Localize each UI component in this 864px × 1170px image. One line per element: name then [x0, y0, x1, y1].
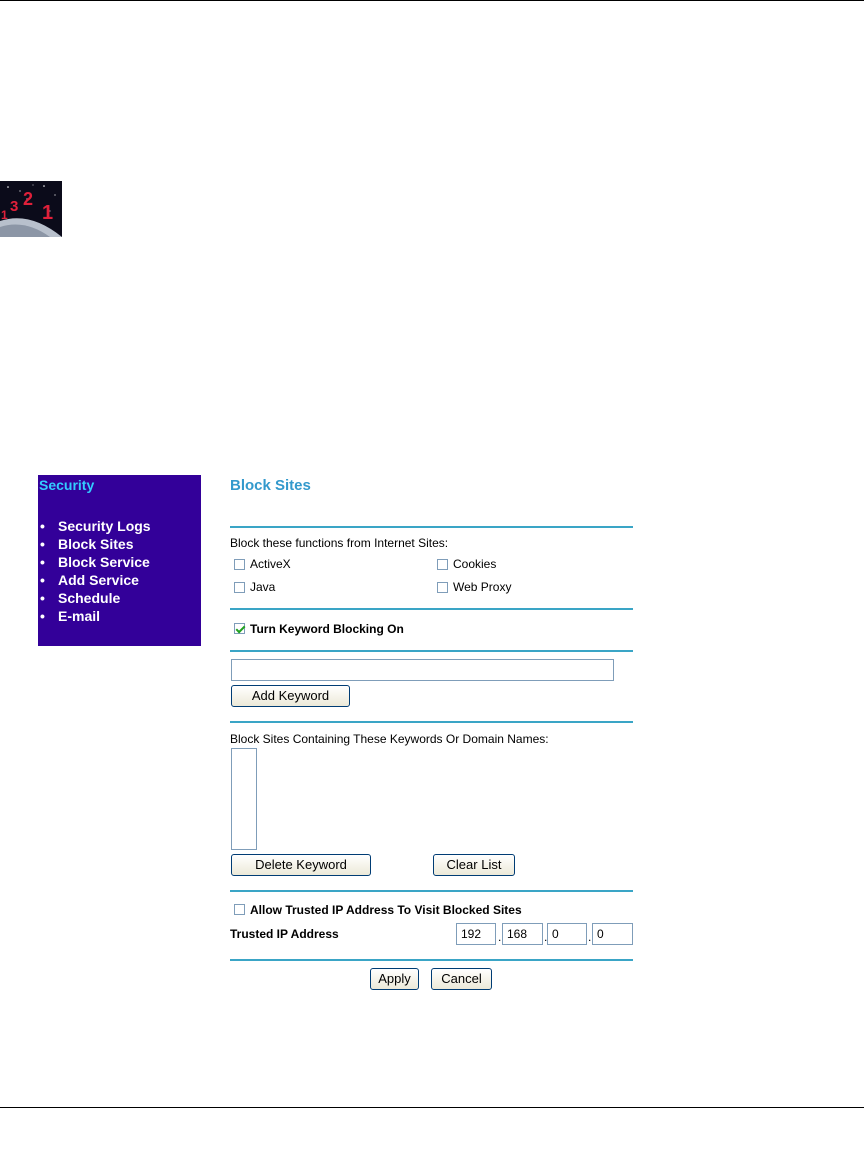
allow-trusted-ip-label: Allow Trusted IP Address To Visit Blocke…	[250, 903, 522, 917]
logo-digit-4: 1	[42, 202, 53, 224]
logo-countdown-image: 1 3 2 1	[0, 181, 62, 237]
bullet-icon: •	[40, 536, 45, 552]
security-sidebar: Security • Security Logs • Block Sites • Bl…	[38, 475, 201, 646]
page-top-rule	[0, 0, 864, 1]
sidebar-item-email[interactable]: • E-mail	[40, 607, 151, 625]
add-keyword-button[interactable]: Add Keyword	[231, 685, 350, 707]
delete-keyword-button[interactable]: Delete Keyword	[231, 854, 371, 876]
section-divider	[230, 608, 633, 610]
logo-digit-3: 2	[23, 189, 33, 209]
activex-label: ActiveX	[250, 557, 291, 571]
ip-separator: .	[498, 930, 502, 944]
allow-trusted-ip-checkbox[interactable]	[234, 904, 245, 915]
blocked-list-label: Block Sites Containing These Keywords Or…	[230, 732, 549, 746]
bullet-icon: •	[40, 554, 45, 570]
apply-button[interactable]: Apply	[370, 968, 419, 990]
section-divider	[230, 650, 633, 652]
logo-digit-2: 3	[10, 198, 18, 215]
cancel-button[interactable]: Cancel	[431, 968, 492, 990]
page-bottom-rule	[0, 1107, 864, 1108]
section-divider	[230, 890, 633, 892]
clear-list-button[interactable]: Clear List	[433, 854, 515, 876]
java-label: Java	[250, 580, 276, 594]
bullet-icon: •	[40, 572, 45, 588]
trusted-ip-octet-1[interactable]	[456, 923, 496, 945]
sidebar-item-block-service[interactable]: • Block Service	[40, 553, 151, 571]
trusted-ip-label: Trusted IP Address	[230, 927, 339, 941]
keyword-input[interactable]	[231, 659, 614, 681]
cookies-checkbox[interactable]	[437, 559, 448, 570]
trusted-ip-octet-4[interactable]	[592, 923, 633, 945]
web-proxy-label: Web Proxy	[453, 580, 512, 594]
keyword-blocking-label: Turn Keyword Blocking On	[250, 622, 404, 636]
trusted-ip-octet-3[interactable]	[547, 923, 587, 945]
sidebar-title: Security	[39, 477, 95, 493]
section-divider	[230, 959, 633, 961]
sidebar-menu: • Security Logs • Block Sites • Block Servi…	[40, 517, 151, 625]
web-proxy-checkbox[interactable]	[437, 582, 448, 593]
sidebar-item-security-logs[interactable]: • Security Logs	[40, 517, 151, 535]
bullet-icon: •	[40, 518, 45, 534]
logo-digit-1: 1	[1, 208, 8, 222]
java-checkbox[interactable]	[234, 582, 245, 593]
section-divider	[230, 526, 633, 528]
trusted-ip-octet-2[interactable]	[502, 923, 543, 945]
page-title: Block Sites	[230, 477, 311, 494]
bullet-icon: •	[40, 608, 45, 624]
blocked-keywords-list[interactable]	[231, 748, 257, 850]
section-divider	[230, 721, 633, 723]
sidebar-item-schedule[interactable]: • Schedule	[40, 589, 151, 607]
activex-checkbox[interactable]	[234, 559, 245, 570]
cookies-label: Cookies	[453, 557, 497, 571]
sidebar-item-block-sites[interactable]: • Block Sites	[40, 535, 151, 553]
bullet-icon: •	[40, 590, 45, 606]
keyword-blocking-checkbox[interactable]	[234, 623, 245, 634]
sidebar-item-add-service[interactable]: • Add Service	[40, 571, 151, 589]
ip-separator: .	[588, 930, 592, 944]
block-functions-label: Block these functions from Internet Site…	[230, 536, 449, 550]
